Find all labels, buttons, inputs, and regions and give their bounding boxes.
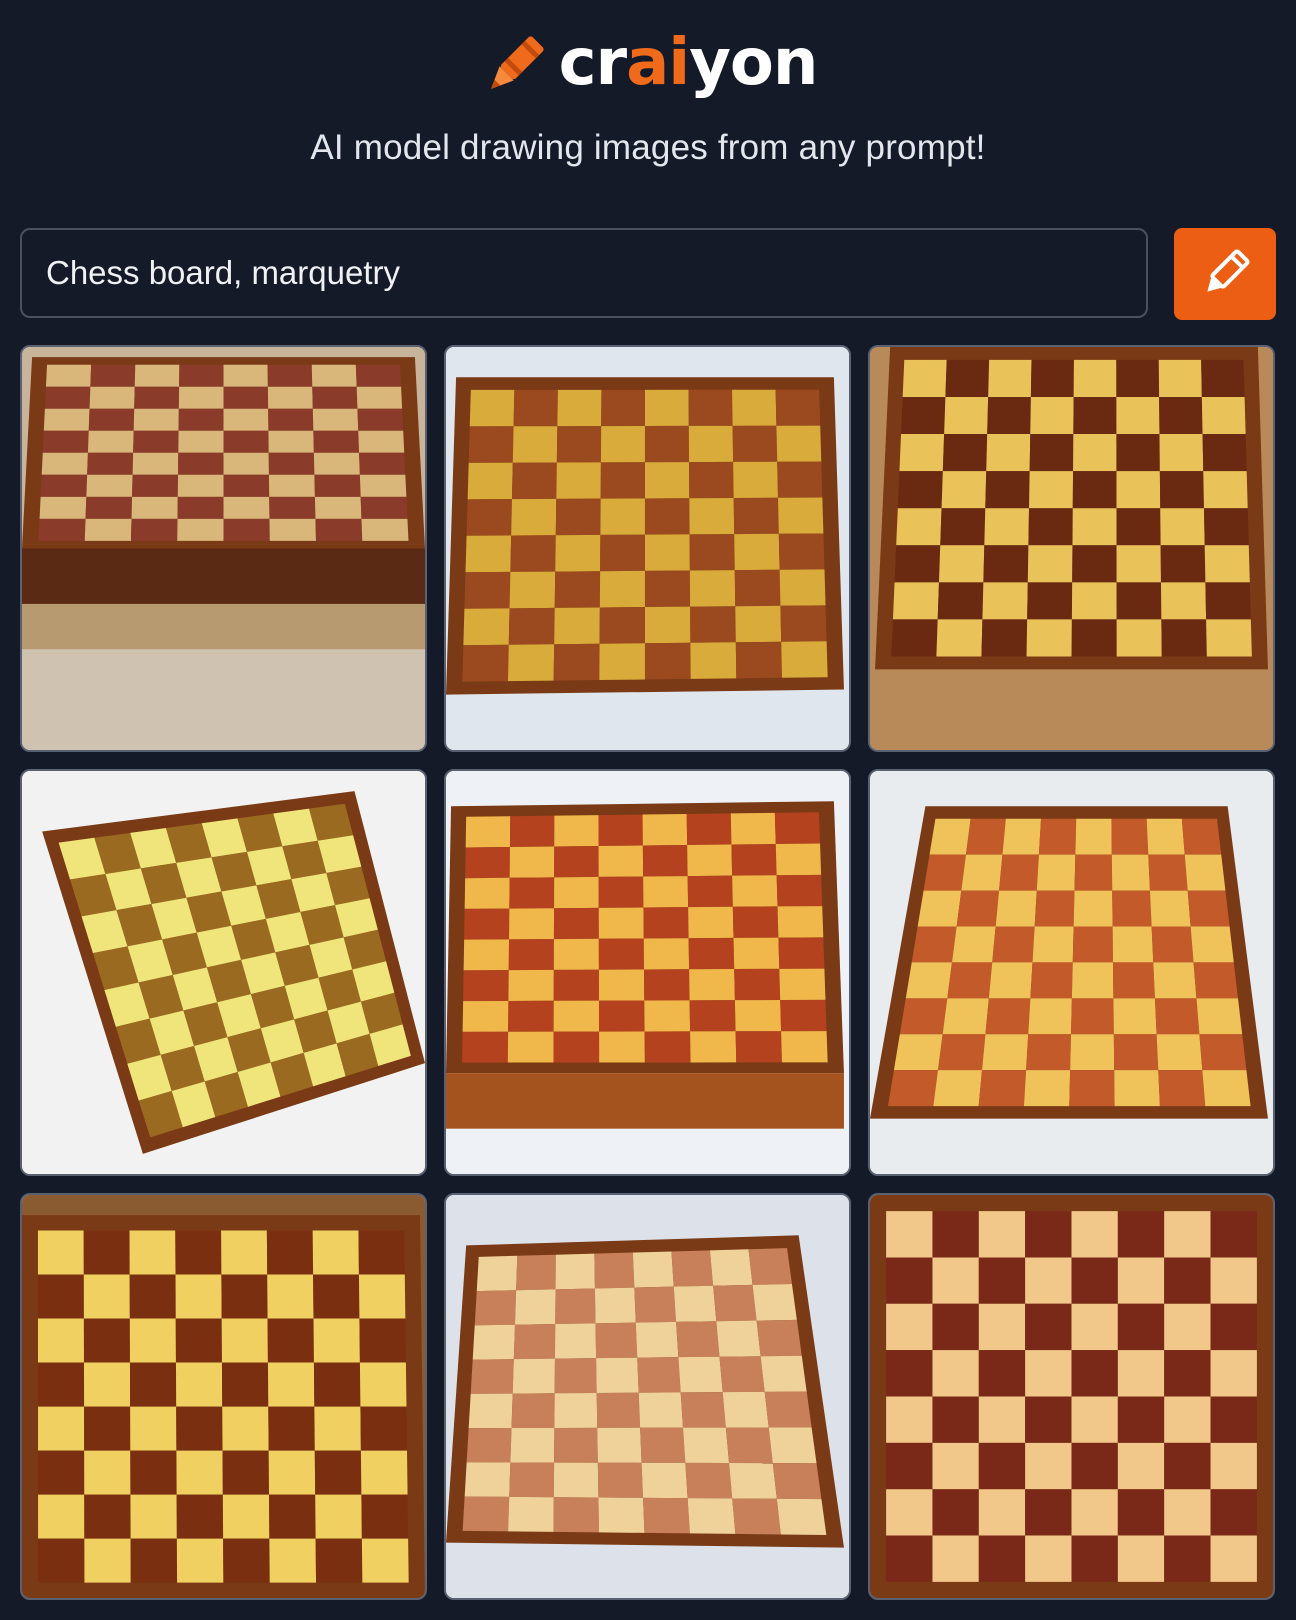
- chess-board-image: [870, 1195, 1273, 1598]
- brand-accent: ai: [626, 26, 690, 100]
- draw-button[interactable]: [1174, 228, 1276, 320]
- tagline: AI model drawing images from any prompt!: [310, 128, 986, 167]
- brand-suffix: yon: [689, 26, 818, 100]
- chess-board-image: [446, 347, 849, 750]
- result-image[interactable]: [20, 1193, 427, 1600]
- prompt-input[interactable]: [20, 228, 1148, 318]
- crayon-icon: [490, 36, 544, 89]
- result-image[interactable]: [444, 345, 851, 752]
- brand-prefix: cr: [558, 26, 627, 100]
- result-image[interactable]: [868, 769, 1275, 1176]
- chess-board-image: [446, 1195, 849, 1598]
- chess-board-image: [22, 771, 425, 1174]
- result-image[interactable]: [444, 1193, 851, 1600]
- chess-board-image: [870, 771, 1273, 1174]
- chess-board-image: [22, 347, 425, 750]
- result-image[interactable]: [20, 769, 427, 1176]
- logo[interactable]: craiyon: [479, 31, 819, 102]
- result-image[interactable]: [868, 1193, 1275, 1600]
- result-image[interactable]: [868, 345, 1275, 752]
- result-image[interactable]: [20, 345, 427, 752]
- results-grid: [20, 345, 1275, 1600]
- chess-board-image: [870, 347, 1273, 750]
- chess-board-image: [446, 771, 849, 1174]
- chess-board-image: [22, 1195, 425, 1598]
- header: craiyon: [0, 22, 1296, 112]
- brand-name: craiyon: [559, 31, 819, 95]
- result-image[interactable]: [444, 769, 851, 1176]
- pencil-icon: [1207, 249, 1250, 292]
